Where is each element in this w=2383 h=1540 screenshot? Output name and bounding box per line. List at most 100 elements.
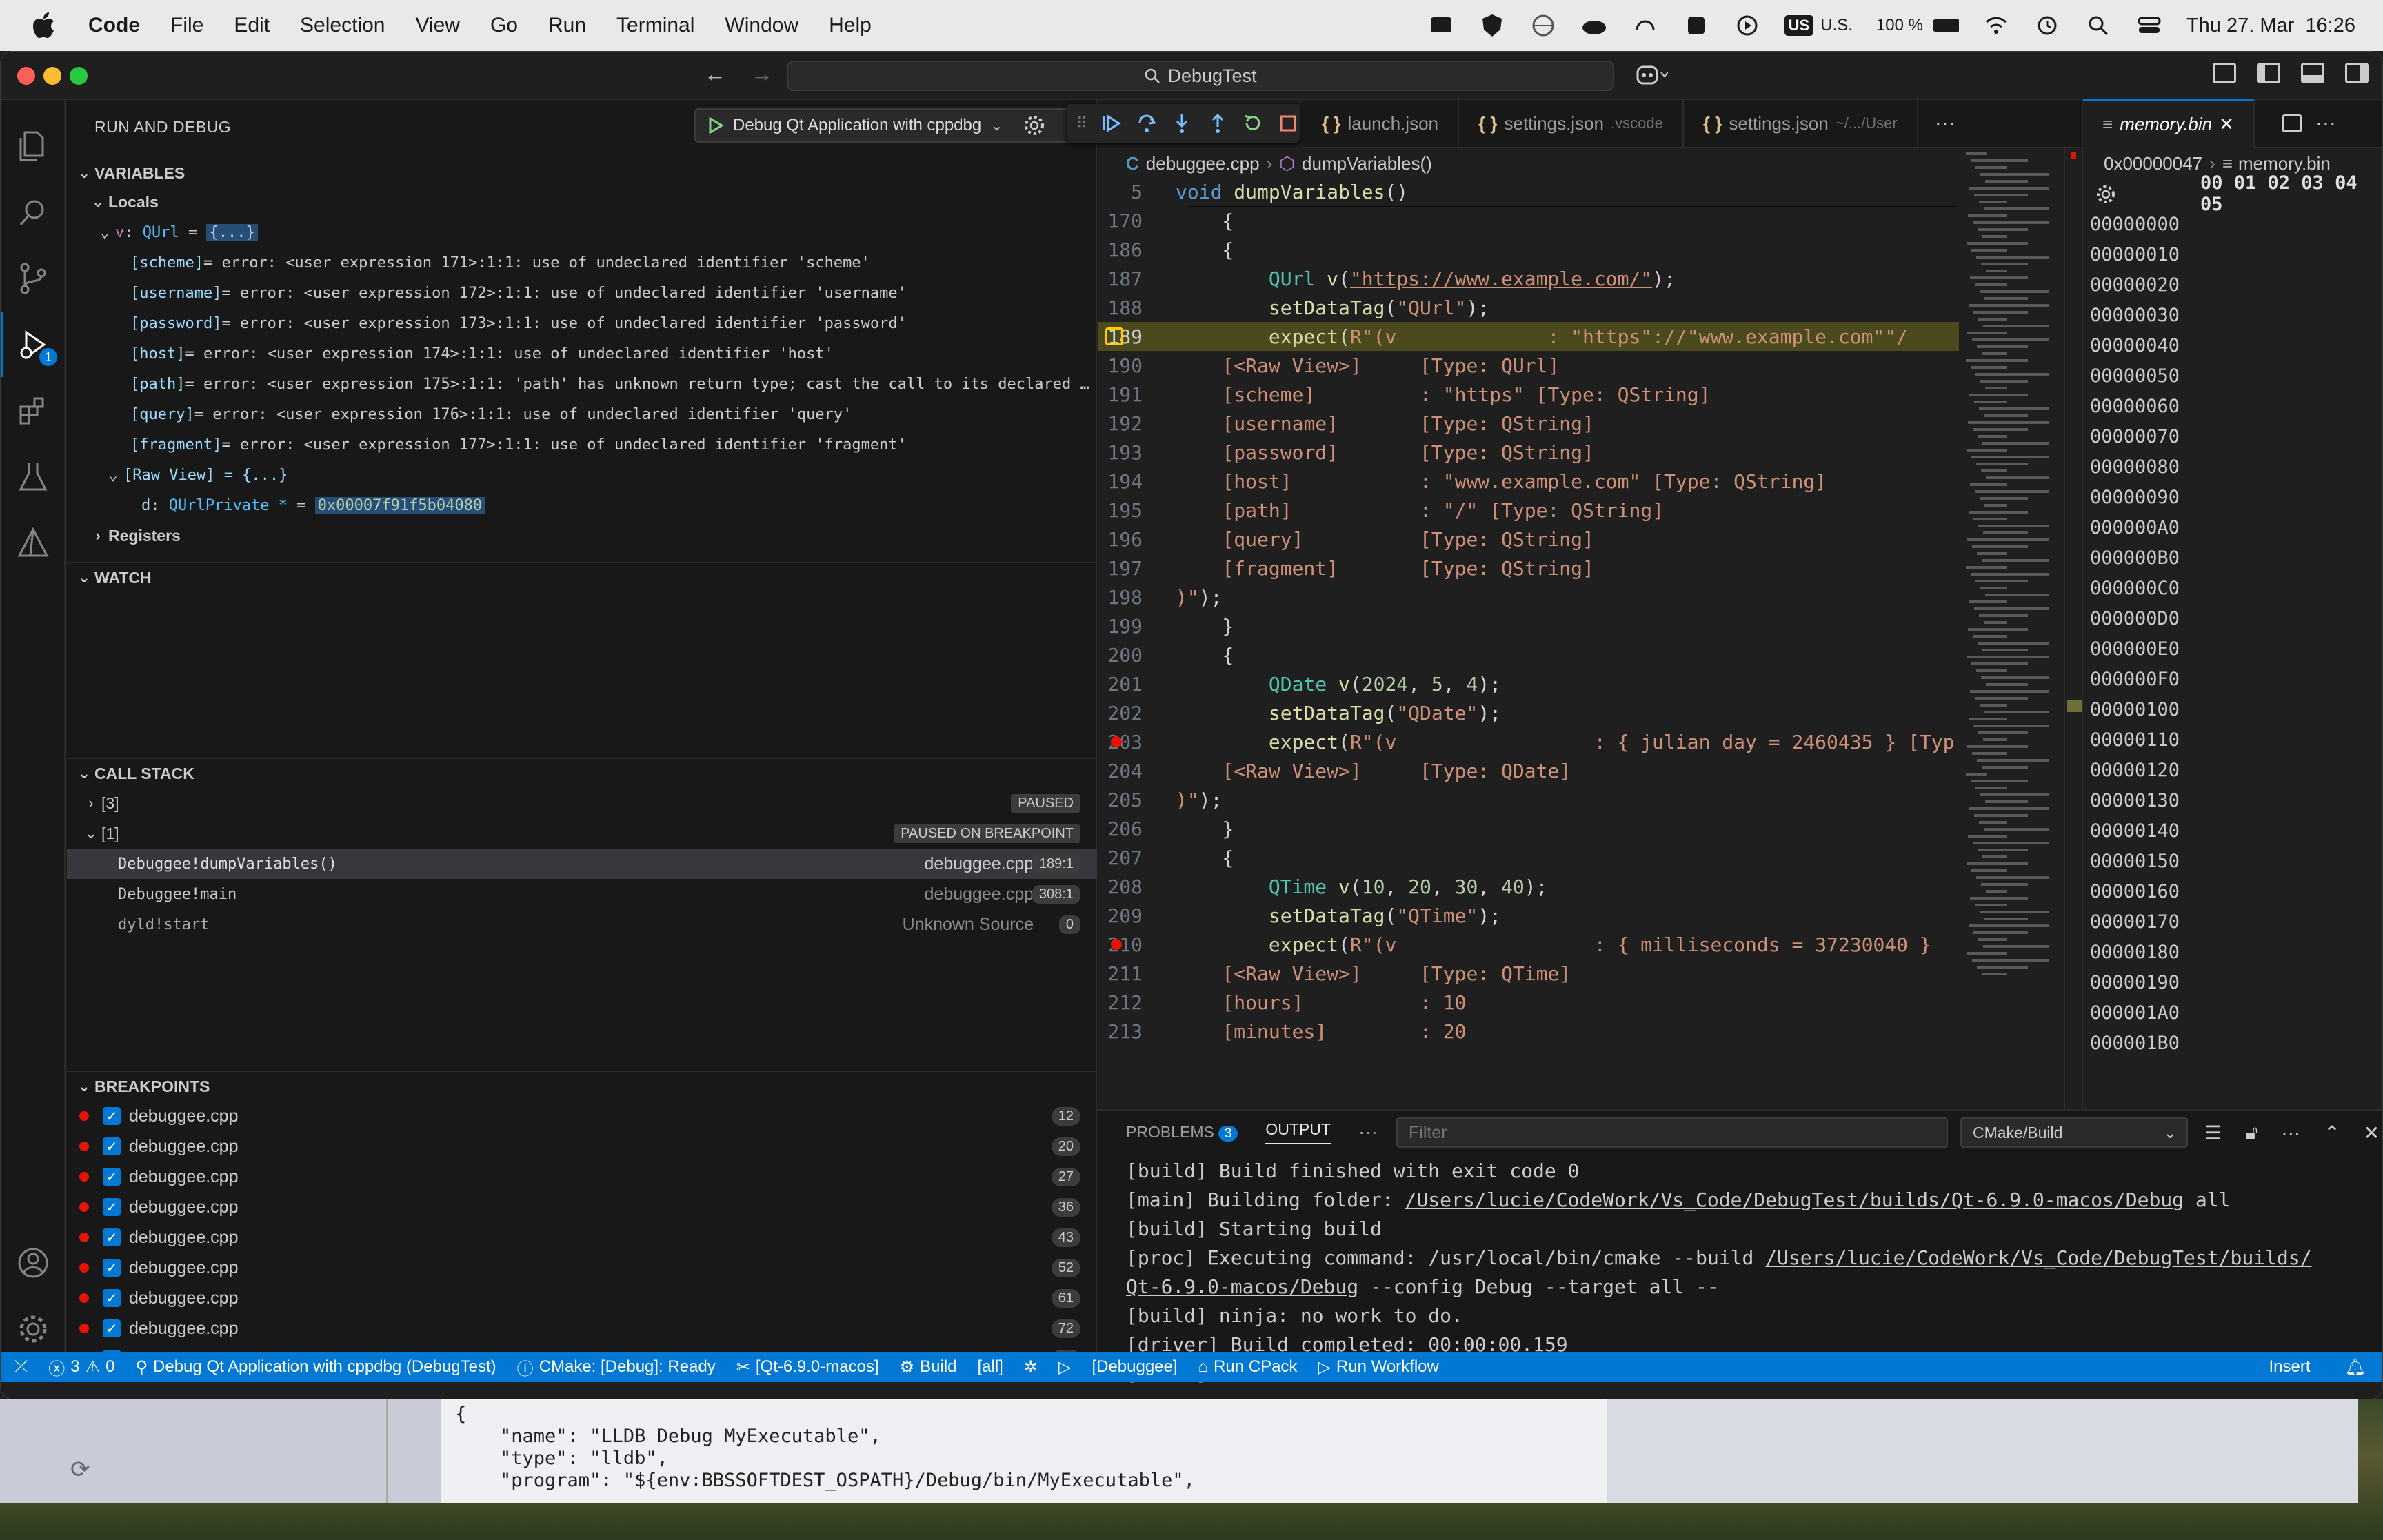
code-line[interactable]: 195 [path] : "/" [Type: QString]: [1098, 496, 1959, 525]
testing-icon[interactable]: [1, 445, 66, 509]
code-line[interactable]: 200 {: [1098, 640, 1959, 669]
breadcrumb-symbol[interactable]: dumpVariables(): [1302, 153, 1432, 174]
line-number[interactable]: 192: [1098, 412, 1176, 435]
thread-3[interactable]: › [3] PAUSED: [67, 788, 1097, 818]
variable-child[interactable]: [fragment] = error: <user expression 177…: [67, 429, 1097, 460]
globe-icon[interactable]: [1529, 12, 1557, 39]
code-line[interactable]: 201 QDate v(2024, 5, 4);: [1098, 669, 1959, 698]
code-line[interactable]: 213 [minutes] : 20: [1098, 1017, 1959, 1046]
line-number[interactable]: 194: [1098, 470, 1176, 493]
customize-layout-icon[interactable]: [2213, 63, 2236, 83]
code-line[interactable]: 204 [<Raw View>] [Type: QDate]: [1098, 756, 1959, 785]
explorer-icon[interactable]: [1, 114, 66, 179]
code-line[interactable]: 211 [<Raw View>] [Type: QTime]: [1098, 959, 1959, 988]
breakpoint-gutter-icon[interactable]: [1111, 939, 1122, 950]
code-line[interactable]: 188 setDataTag("QUrl");: [1098, 293, 1959, 322]
code-line[interactable]: 203 expect(R"(v : { julian day = 2460435…: [1098, 727, 1959, 756]
copilot-icon[interactable]: [1633, 63, 1669, 93]
menu-go[interactable]: Go: [490, 14, 518, 37]
menu-help[interactable]: Help: [829, 14, 872, 37]
memory-row-address[interactable]: 000001B0: [2090, 1028, 2180, 1058]
drag-handle-icon[interactable]: ⠿: [1076, 114, 1087, 132]
restart-icon[interactable]: [1241, 112, 1264, 135]
bag-icon[interactable]: [1682, 12, 1710, 39]
line-number[interactable]: 196: [1098, 528, 1176, 551]
more-tabs-icon[interactable]: ···: [1935, 112, 1955, 135]
time-machine-icon[interactable]: [2033, 12, 2061, 39]
stack-frame[interactable]: Debuggee!main debuggee.cpp 308:1: [67, 879, 1097, 909]
stack-frame[interactable]: dyld!start Unknown Source 0: [67, 909, 1097, 940]
code-line[interactable]: 190 [<Raw View>] [Type: QUrl]: [1098, 351, 1959, 380]
line-number[interactable]: 170: [1098, 210, 1176, 232]
code-line[interactable]: 192 [username] [Type: QString]: [1098, 409, 1959, 438]
menu-terminal[interactable]: Terminal: [616, 14, 694, 37]
build-button[interactable]: ⚙ Build: [900, 1357, 957, 1377]
line-number[interactable]: 5: [1098, 181, 1176, 203]
stop-icon[interactable]: [1277, 112, 1300, 135]
call-stack-section-header[interactable]: ⌄ CALL STACK: [67, 758, 1097, 788]
code-line[interactable]: 189 expect(R"(v : "https"://"www.example…: [1098, 322, 1959, 351]
variable-child[interactable]: [scheme] = error: <user expression 171>:…: [67, 247, 1097, 278]
line-number[interactable]: 211: [1098, 962, 1176, 985]
variable-value[interactable]: {...}: [206, 223, 258, 241]
control-center-icon[interactable]: [2135, 12, 2163, 39]
start-debugging-icon[interactable]: [708, 117, 723, 134]
code-line[interactable]: 194 [host] : "www.example.com" [Type: QS…: [1098, 467, 1959, 496]
breakpoint-item[interactable]: ✓ debuggee.cpp 52: [67, 1253, 1097, 1283]
variables-section-header[interactable]: ⌄ VARIABLES: [67, 158, 1097, 188]
menu-file[interactable]: File: [170, 14, 203, 37]
code-line[interactable]: 212 [hours] : 10: [1098, 988, 1959, 1017]
memory-row-address[interactable]: 00000100: [2090, 694, 2180, 725]
code-line[interactable]: 205)");: [1098, 785, 1959, 814]
line-number[interactable]: 205: [1098, 789, 1176, 811]
code-line[interactable]: 198)");: [1098, 582, 1959, 611]
memory-row-address[interactable]: 00000180: [2090, 937, 2180, 967]
close-window-button[interactable]: [17, 67, 35, 85]
line-number[interactable]: 213: [1098, 1020, 1176, 1043]
tab-settings-json-user[interactable]: { } settings.json ~/.../User: [1684, 99, 1918, 148]
breakpoint-item[interactable]: ✓ debuggee.cpp 20: [67, 1131, 1097, 1162]
memory-row-address[interactable]: 00000130: [2090, 785, 2180, 815]
line-number[interactable]: 188: [1098, 296, 1176, 319]
memory-row-address[interactable]: 00000160: [2090, 876, 2180, 906]
breakpoint-gutter-icon[interactable]: [1111, 736, 1122, 747]
memory-row-address[interactable]: 000001A0: [2090, 997, 2180, 1028]
toggle-primary-sidebar-icon[interactable]: [2257, 63, 2280, 83]
memory-row-address[interactable]: 00000020: [2090, 270, 2180, 300]
launch-target-button[interactable]: [Debuggee]: [1092, 1357, 1177, 1377]
spotlight-search-icon[interactable]: [2084, 12, 2112, 39]
source-control-icon[interactable]: [1, 246, 66, 311]
nav-back-icon[interactable]: ←: [704, 61, 726, 87]
code-line[interactable]: 206 }: [1098, 814, 1959, 843]
memory-row-address[interactable]: 00000090: [2090, 482, 2180, 512]
scrollbar-thumb[interactable]: [2067, 700, 2082, 712]
line-number[interactable]: 193: [1098, 441, 1176, 464]
tab-problems[interactable]: PROBLEMS 3: [1126, 1123, 1238, 1142]
line-number[interactable]: 195: [1098, 499, 1176, 522]
line-number[interactable]: 197: [1098, 557, 1176, 580]
memory-row-address[interactable]: 00000070: [2090, 421, 2180, 452]
code-line[interactable]: 196 [query] [Type: QString]: [1098, 525, 1959, 554]
panel-more-icon[interactable]: ···: [1358, 1121, 1378, 1143]
shield-icon[interactable]: [1478, 12, 1506, 39]
breakpoint-checkbox[interactable]: ✓: [103, 1168, 121, 1186]
launch-play-icon[interactable]: ▷: [1058, 1357, 1071, 1377]
close-panel-icon[interactable]: ✕: [2364, 1122, 2380, 1144]
menu-window[interactable]: Window: [725, 14, 798, 37]
line-number[interactable]: 191: [1098, 383, 1176, 406]
stack-frame[interactable]: Debuggee!dumpVariables() debuggee.cpp 189:…: [67, 849, 1097, 879]
memory-hex-editor[interactable]: 0x00000047 › ≡ memory.bin 00 01 02 03 04…: [2082, 148, 2382, 1109]
headphones-icon[interactable]: [1631, 12, 1659, 39]
notifications-bell-icon[interactable]: 🔔︎: [2345, 1357, 2366, 1377]
line-number[interactable]: 190: [1098, 354, 1176, 377]
variable-d-value[interactable]: 0x00007f91f5b04080: [314, 496, 485, 514]
memory-row-address[interactable]: 00000190: [2090, 967, 2180, 997]
breakpoint-checkbox[interactable]: ✓: [103, 1198, 121, 1216]
code-line[interactable]: 186 {: [1098, 235, 1959, 264]
build-target-button[interactable]: [all]: [978, 1357, 1003, 1377]
hex-settings-gear-icon[interactable]: [2095, 184, 2116, 205]
memory-row-address[interactable]: 00000080: [2090, 452, 2180, 482]
breakpoint-checkbox[interactable]: ✓: [103, 1259, 121, 1277]
maximize-panel-icon[interactable]: ⌃: [2324, 1122, 2340, 1144]
code-line[interactable]: 199 }: [1098, 611, 1959, 640]
